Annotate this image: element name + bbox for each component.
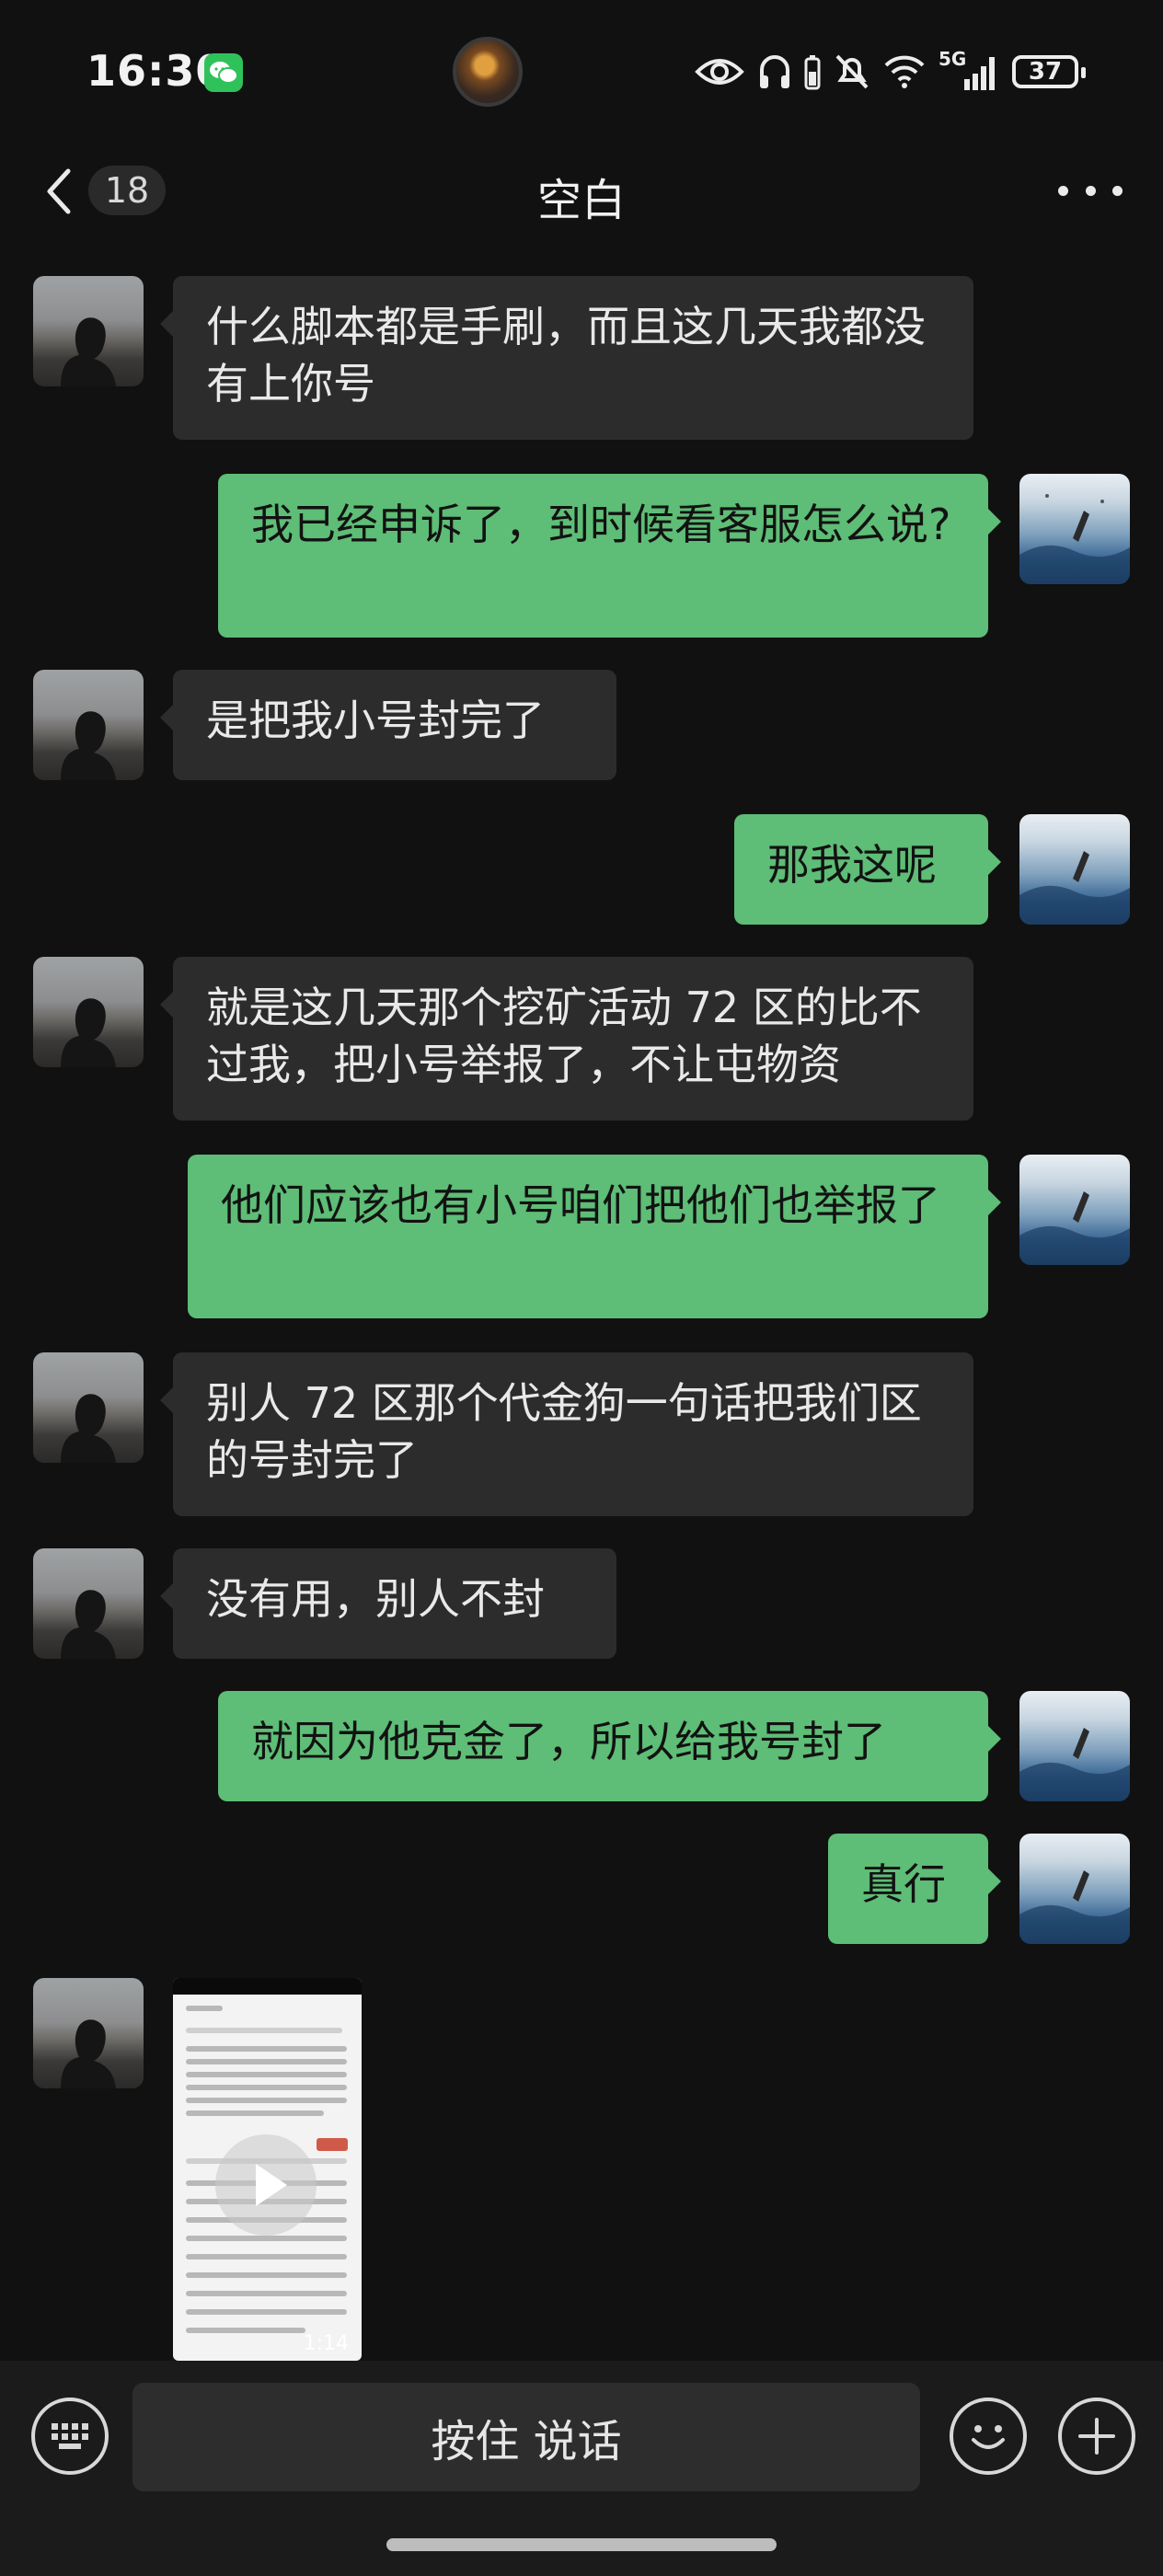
contact-avatar[interactable]: [33, 957, 144, 1067]
signal-icon: 5G: [938, 48, 999, 92]
home-indicator[interactable]: [386, 2538, 777, 2551]
message-bubble-sent[interactable]: 我已经申诉了，到时候看客服怎么说?: [218, 474, 1001, 638]
keyboard-icon: [52, 2423, 88, 2449]
play-icon[interactable]: [215, 2134, 317, 2236]
floating-window-avatar[interactable]: [453, 37, 523, 107]
chat-title: 空白: [536, 175, 626, 226]
video-thumbnail-tag: [317, 2138, 348, 2151]
video-duration: 1:14: [303, 2332, 349, 2355]
hold-to-talk-button[interactable]: 按住 说话: [132, 2383, 920, 2491]
message-bubble-sent[interactable]: 他们应该也有小号咱们把他们也举报了: [188, 1155, 1001, 1318]
my-avatar[interactable]: [1019, 1155, 1130, 1265]
more-functions-button[interactable]: [1058, 2398, 1135, 2475]
message-bubble-received[interactable]: 是把我小号封完了: [160, 670, 616, 780]
plus-icon: [1078, 2418, 1115, 2455]
emoji-icon: [972, 2425, 1005, 2449]
message-bubble-received[interactable]: 没有用，别人不封: [160, 1548, 616, 1659]
message-bubble-received[interactable]: 什么脚本都是手刷，而且这几天我都没有上你号: [160, 276, 973, 440]
more-options-icon[interactable]: [1058, 167, 1123, 213]
chat-header: 18 空白: [0, 147, 1163, 234]
contact-avatar[interactable]: [33, 276, 144, 386]
contact-avatar[interactable]: [33, 1978, 144, 2088]
my-avatar[interactable]: [1019, 1834, 1130, 1944]
eye-icon: [695, 59, 744, 85]
keyboard-toggle-button[interactable]: [31, 2398, 109, 2475]
wifi-icon: [884, 55, 925, 88]
status-bar: 16:30 5G 37: [0, 0, 1163, 147]
message-bubble-sent[interactable]: 就因为他克金了，所以给我号封了: [218, 1691, 1001, 1801]
emoji-button[interactable]: [950, 2398, 1027, 2475]
battery-small-icon: [804, 55, 821, 90]
my-avatar[interactable]: [1019, 474, 1130, 584]
contact-avatar[interactable]: [33, 670, 144, 780]
battery-indicator: 37: [1012, 55, 1086, 88]
video-thumbnail-topbar: [173, 1978, 362, 1995]
message-bubble-received[interactable]: 别人 72 区那个代金狗一句话把我们区的号封完了: [160, 1352, 973, 1516]
mute-bell-icon: [835, 54, 869, 89]
status-icons: 5G 37: [694, 46, 1086, 98]
message-bubble-sent[interactable]: 真行: [828, 1834, 1001, 1944]
contact-avatar[interactable]: [33, 1548, 144, 1659]
headphones-icon: [760, 55, 789, 88]
message-bubble-received[interactable]: 就是这几天那个挖矿活动 72 区的比不过我，把小号举报了，不让屯物资: [160, 957, 973, 1121]
message-bubble-sent[interactable]: 那我这呢: [734, 814, 1001, 925]
my-avatar[interactable]: [1019, 1691, 1130, 1801]
contact-avatar[interactable]: [33, 1352, 144, 1463]
wechat-icon: [204, 53, 243, 92]
my-avatar[interactable]: [1019, 814, 1130, 925]
video-message-thumbnail[interactable]: 1:14: [173, 1978, 362, 2361]
